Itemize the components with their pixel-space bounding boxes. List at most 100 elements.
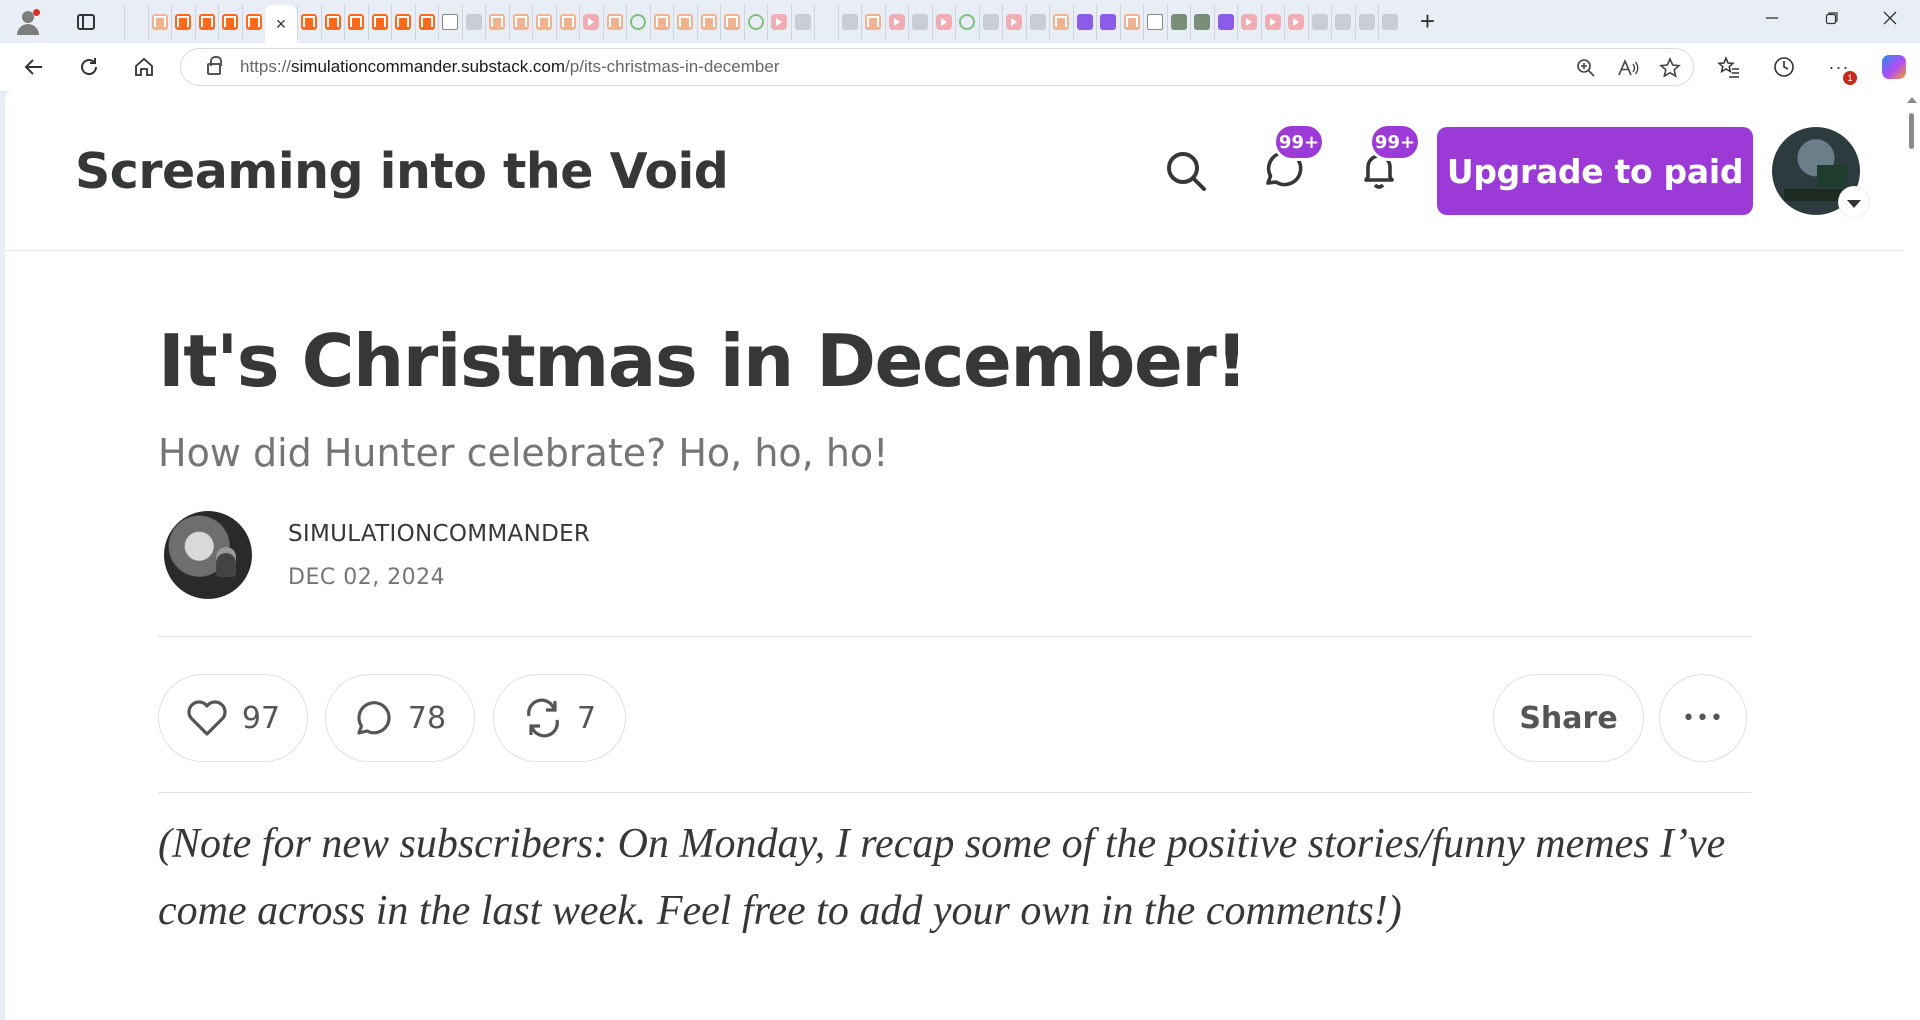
comments-button[interactable]: 78: [325, 674, 475, 762]
browser-tab[interactable]: [438, 3, 462, 40]
author-avatar[interactable]: [164, 511, 252, 599]
browser-toolbar: https://simulationcommander.substack.com…: [0, 43, 1920, 91]
close-icon[interactable]: ×: [276, 15, 287, 33]
browser-tab[interactable]: [367, 3, 392, 40]
browser-tab[interactable]: [673, 3, 697, 40]
browser-tab[interactable]: [1284, 3, 1308, 40]
browser-tab[interactable]: [696, 3, 721, 40]
browser-tab[interactable]: [508, 3, 533, 40]
restack-button[interactable]: 7: [493, 674, 626, 762]
browser-tab[interactable]: [1307, 3, 1332, 40]
browser-tab[interactable]: [461, 3, 486, 40]
scroll-up-icon[interactable]: [1907, 97, 1917, 103]
browser-tab[interactable]: [344, 3, 368, 40]
browser-tab[interactable]: [1049, 3, 1073, 40]
browser-tab[interactable]: [626, 3, 650, 40]
browser-tab[interactable]: [124, 3, 148, 40]
browser-tab[interactable]: [297, 3, 321, 40]
browser-tab[interactable]: [579, 3, 603, 40]
browser-tab[interactable]: [790, 3, 815, 40]
browser-tab[interactable]: [1166, 3, 1191, 40]
browser-tab[interactable]: [414, 3, 439, 40]
like-count: 97: [241, 700, 281, 736]
comment-count: 78: [407, 700, 447, 736]
browser-tab[interactable]: [908, 3, 932, 40]
active-tab[interactable]: ×: [265, 5, 297, 43]
restack-count: 7: [576, 700, 597, 736]
browser-tab[interactable]: [1143, 3, 1167, 40]
browser-tab[interactable]: [1190, 3, 1214, 40]
browser-tab[interactable]: [837, 3, 862, 40]
browser-tab[interactable]: [171, 3, 195, 40]
like-button[interactable]: 97: [158, 674, 308, 762]
browser-tab[interactable]: [194, 3, 219, 40]
browser-tab[interactable]: [1119, 3, 1144, 40]
browser-tab[interactable]: [1025, 3, 1050, 40]
yt-favicon-icon: [935, 13, 952, 30]
browser-tab[interactable]: [555, 3, 580, 40]
share-button[interactable]: Share: [1493, 674, 1644, 762]
zoom-icon[interactable]: [1573, 55, 1599, 81]
favorite-star-icon[interactable]: [1657, 55, 1683, 81]
scrollbar-thumb[interactable]: [1909, 113, 1914, 149]
profile-alert-dot: [33, 8, 40, 16]
favorites-button[interactable]: [1709, 47, 1749, 87]
browser-tab[interactable]: [767, 3, 791, 40]
site-title[interactable]: Screaming into the Void: [75, 143, 729, 200]
url-text[interactable]: https://simulationcommander.substack.com…: [240, 57, 780, 77]
scrollbar[interactable]: [1903, 91, 1920, 1020]
browser-tab[interactable]: [931, 3, 956, 40]
browser-tab[interactable]: [1378, 3, 1402, 40]
browser-tab[interactable]: [1237, 3, 1261, 40]
heart-icon: [187, 700, 227, 736]
minimize-button[interactable]: [1744, 0, 1800, 36]
address-bar[interactable]: https://simulationcommander.substack.com…: [180, 48, 1694, 86]
read-aloud-icon[interactable]: [1615, 55, 1641, 81]
reload-button[interactable]: [69, 47, 109, 87]
browser-tab[interactable]: [1002, 3, 1026, 40]
browser-tab[interactable]: [532, 3, 556, 40]
home-button[interactable]: [124, 47, 164, 87]
site-header: Screaming into the Void 99+ 99+ Upgrade …: [5, 91, 1903, 251]
browser-tab[interactable]: [391, 3, 415, 40]
browser-tab[interactable]: [743, 3, 768, 40]
close-window-button[interactable]: [1862, 0, 1918, 36]
divider: [158, 636, 1751, 637]
history-button[interactable]: [1764, 47, 1804, 87]
pale-favicon-icon: [724, 13, 741, 30]
browser-tab[interactable]: [485, 3, 509, 40]
upgrade-to-paid-button[interactable]: Upgrade to paid: [1437, 127, 1753, 215]
browser-tab[interactable]: [1260, 3, 1285, 40]
browser-tab[interactable]: [1331, 3, 1355, 40]
browser-tab[interactable]: [241, 3, 266, 40]
browser-tab[interactable]: [218, 3, 242, 40]
browser-tab[interactable]: [861, 3, 885, 40]
browser-tab[interactable]: [1354, 3, 1379, 40]
profile-button[interactable]: [10, 4, 46, 40]
browser-tab[interactable]: [978, 3, 1003, 40]
browser-tab[interactable]: [649, 3, 674, 40]
gray-favicon-icon: [794, 13, 811, 30]
browser-tab[interactable]: [320, 3, 345, 40]
browser-tab[interactable]: [1072, 3, 1097, 40]
search-button[interactable]: [1162, 147, 1210, 195]
new-tab-button[interactable]: +: [1412, 6, 1444, 38]
browser-tab[interactable]: [720, 3, 744, 40]
copilot-button[interactable]: [1874, 47, 1914, 87]
browser-tab[interactable]: [955, 3, 979, 40]
browser-tab[interactable]: [884, 3, 909, 40]
account-menu-chevron-down-icon[interactable]: [1839, 187, 1869, 217]
browser-tab[interactable]: [814, 3, 838, 40]
more-options-button[interactable]: •••: [1659, 674, 1747, 762]
favorites-icon: [1717, 56, 1739, 78]
back-button[interactable]: [14, 47, 54, 87]
browser-tab[interactable]: [147, 3, 172, 40]
gray-favicon-icon: [912, 13, 929, 30]
browser-tab[interactable]: [1213, 3, 1238, 40]
browser-tab[interactable]: [602, 3, 627, 40]
browser-tab[interactable]: [1096, 3, 1120, 40]
settings-more-button[interactable]: ··· 1: [1819, 47, 1859, 87]
author-name[interactable]: SIMULATIONCOMMANDER: [288, 521, 590, 547]
restore-button[interactable]: [1804, 0, 1860, 36]
tab-actions-button[interactable]: [68, 4, 104, 40]
